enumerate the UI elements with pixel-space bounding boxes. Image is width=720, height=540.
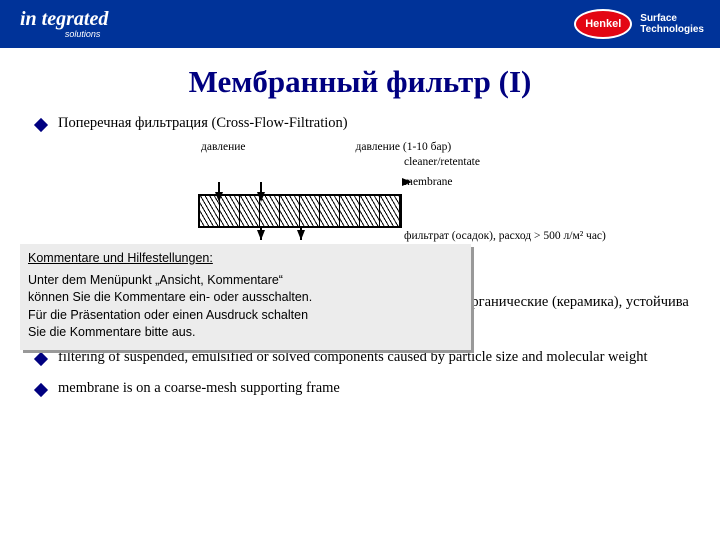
slide-title: Мембранный фильтр (I) — [0, 64, 720, 100]
diagram-top-labels: давление давление (1-10 бар) — [201, 141, 692, 153]
pressure-label-left: давление — [201, 141, 246, 153]
bullet-4-text: filtering of suspended, emulsified or so… — [58, 348, 692, 367]
henkel-text: Henkel — [585, 18, 621, 30]
overlay-line-4: Sie die Kommentare bitte aus. — [28, 324, 463, 342]
arrow-down-icon — [257, 230, 265, 240]
membrane-label: membrane — [404, 173, 692, 191]
arrow-down-icon — [257, 192, 265, 202]
overlay-line-3: Für die Präsentation oder einen Ausdruck… — [28, 307, 463, 325]
overlay-line-1: Unter dem Menüpunkt „Ansicht, Kommentare… — [28, 272, 463, 290]
membrane-diagram: давление давление (1-10 бар) cleaner/ret… — [186, 141, 692, 242]
henkel-oval-icon: Henkel — [574, 9, 632, 39]
filtrate-label: фильтрат (осадок), расход > 500 л/м² час… — [404, 230, 692, 242]
arrow-down-icon — [215, 192, 223, 202]
slide-header: in tegrated solutions Henkel Surface Tec… — [0, 0, 720, 48]
henkel-logo-group: Henkel Surface Technologies — [574, 9, 704, 39]
surface-tech-label: Surface Technologies — [640, 13, 704, 35]
bullet-1-text: Поперечная фильтрация (Cross-Flow-Filtra… — [58, 114, 692, 133]
overlay-line-2: können Sie die Kommentare ein- oder auss… — [28, 289, 463, 307]
logo-main-text: in tegrated — [20, 9, 108, 29]
pressure-label-right: давление (1-10 бар) — [356, 141, 452, 153]
bullet-diamond-icon — [34, 383, 48, 397]
comment-overlay: Kommentare und Hilfestellungen: Unter de… — [20, 244, 471, 350]
bullet-4: filtering of suspended, emulsified or so… — [36, 348, 692, 367]
bullet-diamond-icon — [34, 352, 48, 366]
logo-sub-text: solutions — [20, 29, 100, 39]
bullet-diamond-icon — [34, 118, 48, 132]
bullet-1: Поперечная фильтрация (Cross-Flow-Filtra… — [36, 114, 692, 133]
integrated-logo: in tegrated solutions — [20, 9, 108, 39]
bullet-5: membrane is on a coarse-mesh supporting … — [36, 379, 692, 398]
cleaner-label: cleaner/retentate — [404, 153, 692, 171]
overlay-title: Kommentare und Hilfestellungen: — [28, 250, 463, 268]
arrow-down-icon — [297, 230, 305, 240]
bullet-5-text: membrane is on a coarse-mesh supporting … — [58, 379, 692, 398]
arrow-right-icon — [402, 178, 412, 186]
membrane-box-icon — [198, 194, 402, 228]
